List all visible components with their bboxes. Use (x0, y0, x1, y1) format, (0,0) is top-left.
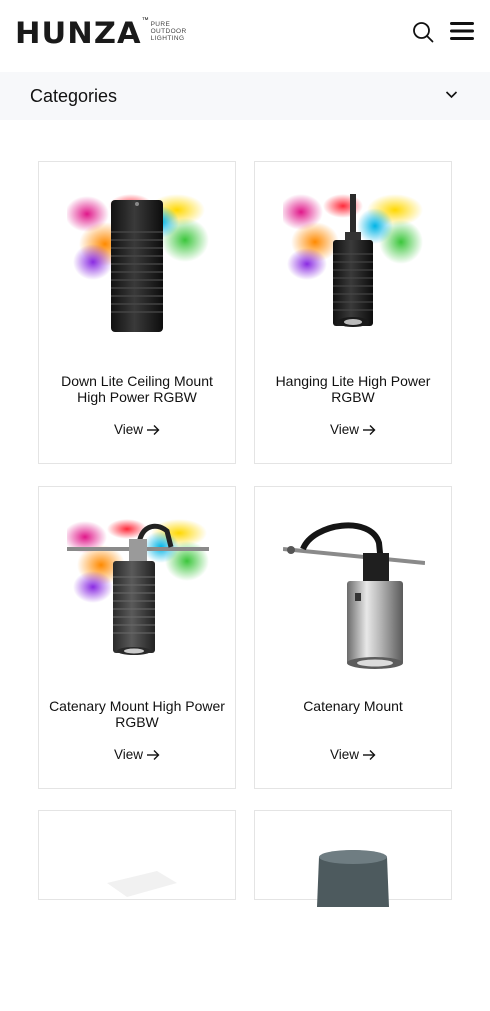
product-title[interactable]: Down Lite Ceiling Mount High Power RGBW (45, 373, 229, 405)
view-link-label: View (329, 422, 360, 437)
categories-label: Categories (30, 86, 118, 106)
product-title[interactable]: Hanging Lite High Power RGBW (261, 373, 445, 405)
arrow-right-icon (363, 750, 376, 760)
logo-wordmark: HUNZA (15, 16, 142, 50)
chevron-down-icon[interactable] (445, 90, 458, 99)
search-icon[interactable] (412, 21, 434, 43)
logo-tagline-line: OUTDOOR (150, 28, 187, 35)
product-card[interactable]: Catenary Mount High Power RGBW View (38, 486, 236, 789)
product-title[interactable]: Catenary Mount High Power RGBW (45, 698, 229, 730)
product-image[interactable] (283, 192, 425, 350)
product-image[interactable] (67, 192, 209, 350)
product-card[interactable]: Hanging Lite High Power RGBW View (254, 161, 452, 464)
logo-tagline-line: LIGHTING (150, 35, 185, 42)
site-header: HUNZA ™ PURE OUTDOOR LIGHTING (0, 0, 490, 72)
hamburger-menu-icon[interactable] (450, 21, 474, 41)
categories-dropdown[interactable]: Categories (0, 72, 490, 120)
product-image[interactable] (67, 853, 209, 1011)
product-card[interactable] (38, 810, 236, 900)
product-image[interactable] (283, 847, 425, 1005)
view-link-label: View (329, 747, 360, 762)
arrow-right-icon (147, 425, 160, 435)
view-link-label: View (113, 747, 144, 762)
arrow-right-icon (147, 750, 160, 760)
product-card[interactable]: Down Lite Ceiling Mount High Power RGBW … (38, 161, 236, 464)
view-link[interactable]: View (39, 422, 235, 437)
logo-tagline-line: PURE (150, 21, 171, 28)
view-link[interactable]: View (39, 747, 235, 762)
view-link[interactable]: View (255, 422, 451, 437)
view-link[interactable]: View (255, 747, 451, 762)
product-image[interactable] (67, 517, 209, 675)
product-image[interactable] (283, 517, 425, 675)
hunza-logo[interactable]: HUNZA ™ PURE OUTDOOR LIGHTING (15, 16, 187, 50)
product-title[interactable]: Catenary Mount (261, 698, 445, 714)
product-card[interactable] (254, 810, 452, 907)
view-link-label: View (113, 422, 144, 437)
logo-trademark: ™ (141, 17, 149, 24)
product-card[interactable]: Catenary Mount View (254, 486, 452, 789)
logo-tagline: PURE OUTDOOR LIGHTING (151, 21, 187, 42)
arrow-right-icon (363, 425, 376, 435)
